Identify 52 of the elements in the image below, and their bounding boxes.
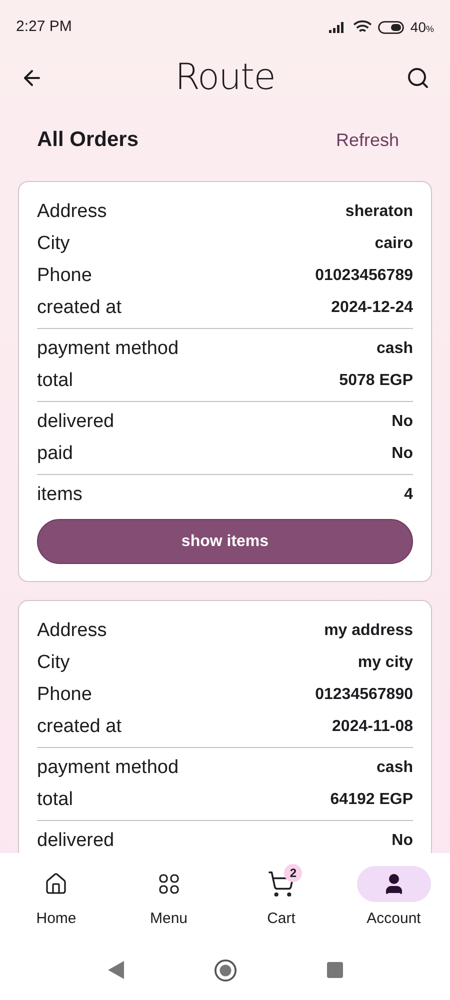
field-value: No xyxy=(392,831,413,851)
field-value: No xyxy=(392,412,413,432)
field-value: 2024-11-08 xyxy=(332,717,413,737)
cart-icon xyxy=(267,870,296,898)
cart-count-badge: 2 xyxy=(284,864,302,882)
field-label: paid xyxy=(37,442,73,466)
grid-icon xyxy=(156,872,181,896)
nav-tab[interactable]: 2 Cart xyxy=(236,866,326,930)
show-items-button[interactable]: show items xyxy=(37,519,413,564)
battery-percent: 40% xyxy=(410,18,434,36)
nav-tab[interactable]: Account xyxy=(348,866,439,930)
wifi-icon xyxy=(353,20,372,34)
home-icon xyxy=(44,872,68,896)
field-label: items xyxy=(37,482,82,507)
nav-tab[interactable]: Menu xyxy=(124,866,214,930)
field-value: cash xyxy=(376,758,413,778)
nav-tab[interactable]: Home xyxy=(11,866,102,930)
field-label: City xyxy=(37,232,70,256)
field-label: created at xyxy=(37,296,122,320)
field-label: Address xyxy=(37,618,107,643)
battery-icon xyxy=(378,20,404,34)
field-value: cash xyxy=(376,339,413,359)
back-triangle-icon[interactable] xyxy=(108,961,124,979)
field-label: Phone xyxy=(37,264,92,288)
home-circle-icon[interactable] xyxy=(214,958,236,982)
refresh-link[interactable]: Refresh xyxy=(336,126,399,154)
field-label: delivered xyxy=(37,410,114,434)
field-value: No xyxy=(392,444,413,464)
app-logo: Route xyxy=(174,60,275,96)
search-icon[interactable] xyxy=(406,66,430,90)
field-label: delivered xyxy=(37,828,114,853)
field-value: 2024-12-24 xyxy=(331,298,413,318)
field-label: payment method xyxy=(37,756,179,780)
field-label: City xyxy=(37,650,70,675)
field-value: 5078 EGP xyxy=(339,371,413,391)
field-label: total xyxy=(37,788,73,812)
recents-square-icon[interactable] xyxy=(326,962,342,978)
field-label: Address xyxy=(37,200,107,224)
page-title: All Orders xyxy=(37,127,139,154)
field-label: payment method xyxy=(37,336,179,361)
field-value: my city xyxy=(358,653,413,673)
field-value: sheraton xyxy=(345,202,413,222)
field-label: Phone xyxy=(37,682,92,707)
field-value: my address xyxy=(324,621,413,641)
field-label: created at xyxy=(37,714,122,739)
field-label: total xyxy=(37,368,73,393)
field-value: 4 xyxy=(404,485,413,505)
status-time: 2:27 PM xyxy=(16,16,72,37)
field-value: 01234567890 xyxy=(315,685,413,705)
field-value: 01023456789 xyxy=(315,266,413,286)
field-value: cairo xyxy=(374,234,413,254)
field-value: 64192 EGP xyxy=(330,790,413,810)
